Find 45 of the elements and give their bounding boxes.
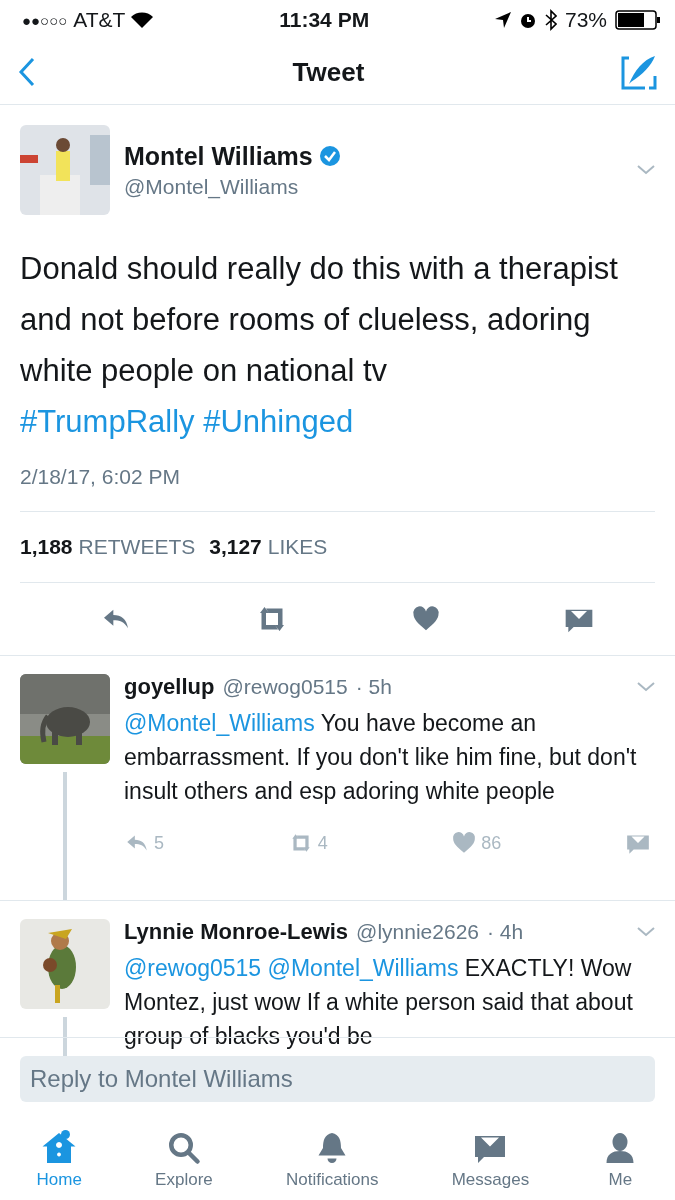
wifi-icon	[131, 12, 154, 28]
birdhouse-icon	[41, 1130, 78, 1166]
location-arrow-icon	[494, 12, 511, 28]
link[interactable]: @Montel_Williams	[267, 955, 459, 981]
page-title: Tweet	[292, 56, 365, 88]
compose-icon[interactable]	[621, 54, 657, 90]
action-count: 4	[317, 832, 328, 854]
signal-strength: ●●○○○	[22, 11, 68, 29]
link[interactable]: @Montel_Williams	[124, 710, 315, 736]
author-handle[interactable]: @Montel_Williams	[124, 174, 623, 199]
carrier-name: AT&T	[73, 8, 126, 32]
author-name[interactable]: goyellup	[124, 674, 215, 700]
chevron-down-icon[interactable]	[637, 927, 655, 937]
stat-count: 3,127	[209, 535, 262, 559]
link[interactable]: @rewog0515	[124, 955, 262, 981]
tab[interactable]: Home	[30, 1130, 88, 1200]
battery-icon	[615, 10, 661, 30]
tab[interactable]: Notifications	[279, 1130, 385, 1200]
tab[interactable]: Messages	[445, 1130, 536, 1200]
tweet-text: @Montel_Williams You have become an embarrassment. If you don't like him fine, but don't insult others and esp adoring white people	[124, 709, 638, 806]
tab[interactable]: Explore	[149, 1130, 219, 1200]
clock-time: 11:34 PM	[279, 8, 370, 32]
author-name[interactable]: Lynnie Monroe-Lewis	[124, 919, 349, 945]
action-count: 86	[481, 832, 502, 854]
battery-percentage: 73%	[564, 8, 607, 32]
reply-field[interactable]: Reply to Montel Williams	[20, 1056, 655, 1102]
bluetooth-icon	[544, 9, 557, 31]
alarm-clock-icon	[518, 11, 537, 29]
tweet-text: Donald should really do this with a therapist and not before rooms of clueless, adoring white people on national tv #TrumpRally #Unhinged	[20, 250, 619, 441]
stat-label[interactable]: RETWEETS	[78, 535, 196, 559]
chevron-down-icon[interactable]	[637, 165, 655, 175]
author-handle[interactable]: @rewog0515	[222, 675, 348, 699]
tweet-timestamp: 2/18/17, 6:02 PM	[20, 465, 181, 489]
author-handle[interactable]: @lynnie2626	[356, 920, 479, 944]
tweet-age: · 5h	[355, 675, 392, 699]
chevron-down-icon[interactable]	[637, 682, 655, 692]
stat-count: 1,188	[20, 535, 73, 559]
tab[interactable]: Me	[596, 1130, 645, 1200]
author-name[interactable]: Montel Williams	[124, 141, 313, 171]
action-count: 5	[154, 832, 164, 854]
back-icon[interactable]	[18, 57, 36, 87]
stat-label[interactable]: LIKES	[267, 535, 328, 559]
link[interactable]: #Unhinged	[203, 404, 354, 439]
link[interactable]: #TrumpRally	[20, 404, 195, 439]
tweet-age: · 4h	[487, 920, 524, 944]
